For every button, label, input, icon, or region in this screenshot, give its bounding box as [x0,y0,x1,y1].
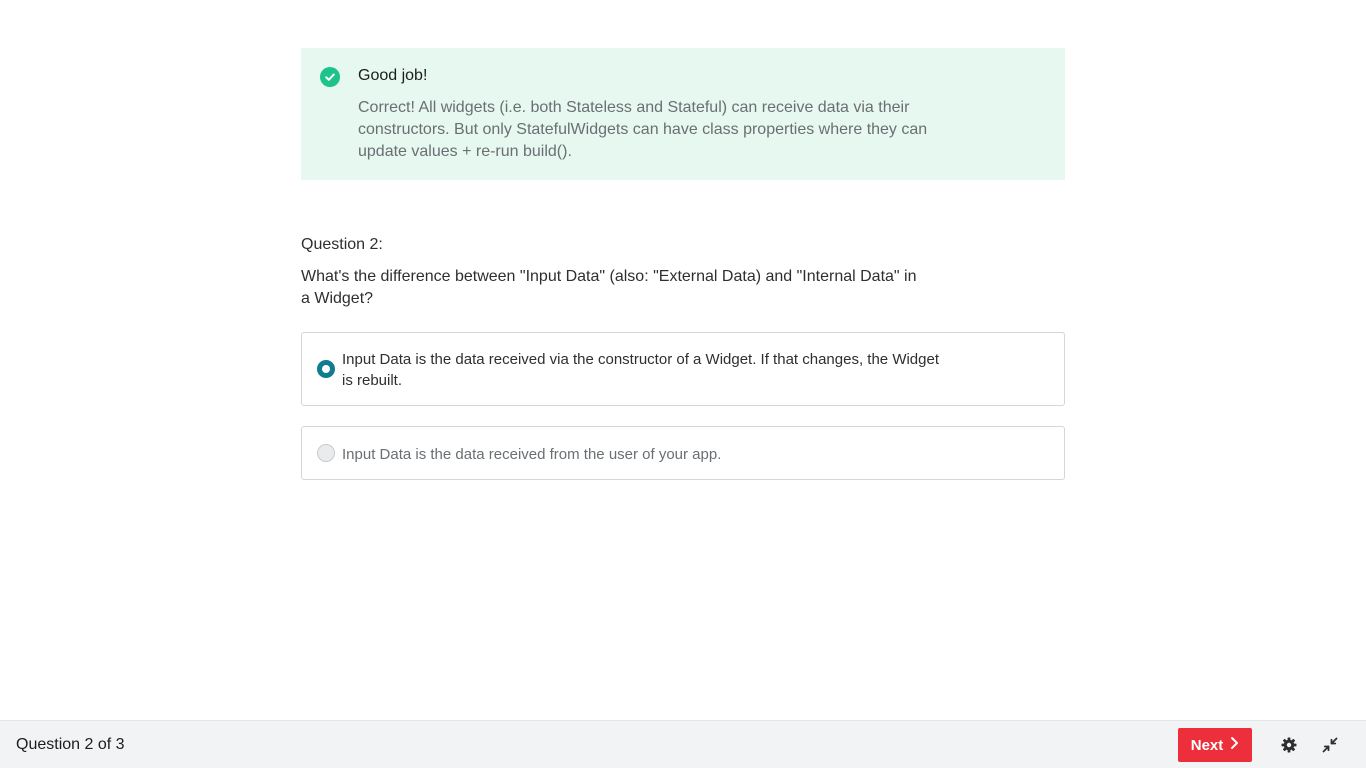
quiz-content: Good job! Correct! All widgets (i.e. bot… [301,48,1065,480]
answer-option-2[interactable]: Input Data is the data received from the… [301,426,1065,480]
question-progress: Question 2 of 3 [16,736,125,753]
gear-icon[interactable] [1277,733,1301,757]
radio-unselected-icon[interactable] [317,444,335,462]
radio-selected-icon[interactable] [317,360,335,378]
next-button-label: Next [1190,736,1224,754]
next-button[interactable]: Next [1178,728,1252,762]
question-label: Question 2: [301,236,383,253]
answer-option-label: Input Data is the data received via the … [342,351,939,389]
collapse-icon[interactable] [1318,733,1342,757]
feedback-message: Correct! All widgets (i.e. both Stateles… [358,99,928,160]
chevron-right-icon [1229,736,1239,754]
feedback-title: Good job! [358,67,428,84]
quiz-footer: Question 2 of 3 Next [0,720,1366,768]
feedback-banner: Good job! Correct! All widgets (i.e. bot… [301,48,1065,180]
answer-option-label: Input Data is the data received from the… [342,446,722,463]
question-prompt: What's the difference between "Input Dat… [301,268,917,307]
answer-option-1[interactable]: Input Data is the data received via the … [301,332,1065,406]
check-circle-icon [320,67,340,87]
